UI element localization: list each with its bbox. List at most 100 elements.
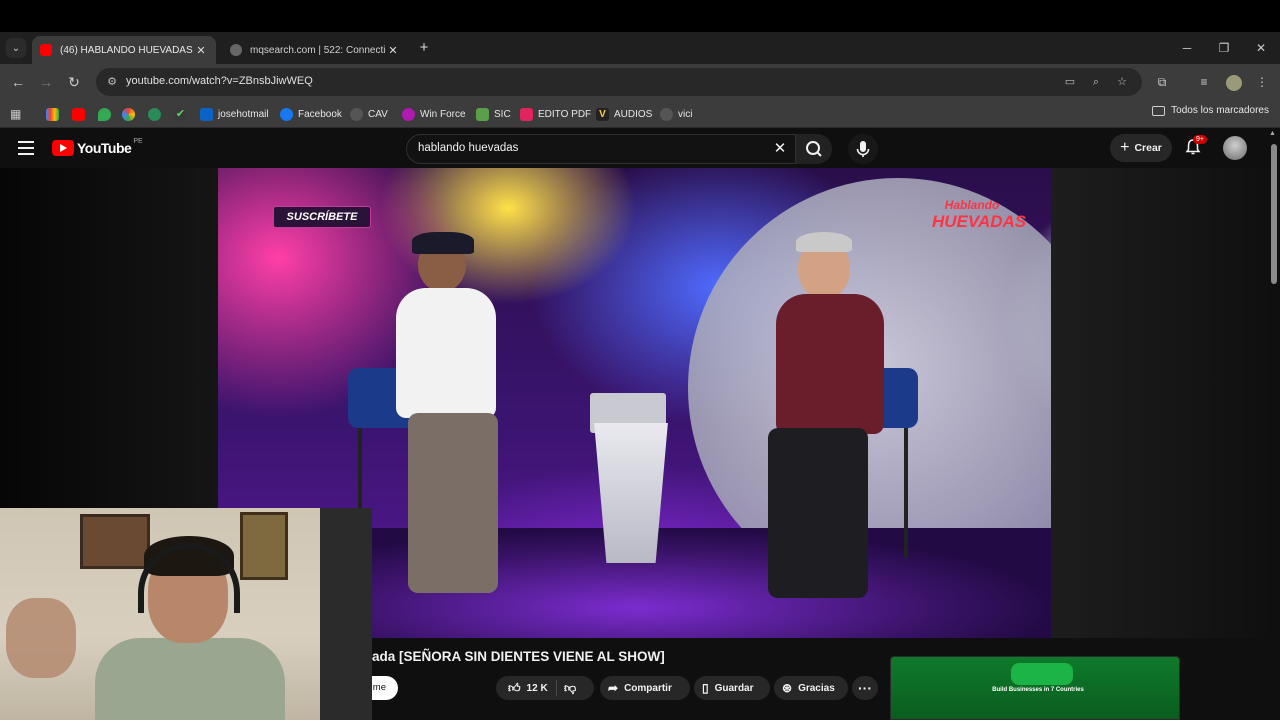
media-queue-icon[interactable]: ≡ xyxy=(1194,72,1214,92)
youtube-logo[interactable]: YouTube PE xyxy=(52,137,143,156)
install-app-icon[interactable]: ▭ xyxy=(1062,74,1078,90)
tab-mqsearch[interactable]: mqsearch.com | 522: Connectio ✕ xyxy=(222,36,408,64)
ambient-right xyxy=(1051,168,1267,638)
bookmark-colorful-square[interactable] xyxy=(46,105,59,123)
profile-avatar-icon[interactable] xyxy=(1224,72,1244,92)
bookmark-label: vici xyxy=(678,108,693,120)
video-title: ada [SEÑORA SIN DIENTES VIENE AL SHOW] xyxy=(372,649,665,664)
pdf-icon xyxy=(520,107,533,121)
show-logo-line1: Hablando xyxy=(944,198,1000,212)
globe-icon xyxy=(148,107,161,121)
close-window-icon[interactable]: ✕ xyxy=(1246,38,1276,58)
host-left xyxy=(388,232,508,598)
person-hand xyxy=(6,598,76,678)
back-arrow-icon[interactable]: ← xyxy=(8,72,28,92)
tab-title: mqsearch.com | 522: Connectio xyxy=(250,44,386,56)
extensions-icon[interactable]: ⧉ xyxy=(1152,72,1172,92)
outlook-icon xyxy=(200,107,213,121)
search-input[interactable]: hablando huevadas ✕ xyxy=(406,134,796,164)
check-icon: ✔ xyxy=(174,107,187,121)
bookmark-youtube[interactable] xyxy=(72,105,85,123)
bookmark-star-icon[interactable]: ☆ xyxy=(1114,74,1130,90)
bookmark-label: josehotmail xyxy=(218,108,269,120)
tab-youtube[interactable]: (46) HABLANDO HUEVADAS - ✕ xyxy=(32,36,216,64)
all-bookmarks[interactable]: Todos los marcadores xyxy=(1152,105,1269,116)
browser-toolbar: ← → ↻ ⚙ youtube.com/watch?v=ZBnsbJiwWEQ … xyxy=(0,64,1280,100)
bookmark-cav[interactable]: CAV xyxy=(350,105,388,123)
new-tab-plus-icon[interactable]: + xyxy=(416,40,432,56)
bookmark-check[interactable]: ✔ xyxy=(174,105,187,123)
folder-icon xyxy=(1152,105,1166,116)
notification-badge: 9+ xyxy=(1193,135,1207,144)
notifications-button[interactable]: 9+ xyxy=(1184,135,1207,156)
save-label: Guardar xyxy=(714,682,754,694)
bookmark-facebook[interactable]: Facebook xyxy=(280,105,342,123)
youtube-icon xyxy=(40,44,52,56)
share-button[interactable]: ➦ Compartir xyxy=(600,676,690,700)
all-bookmarks-label: Todos los marcadores xyxy=(1171,105,1269,116)
create-label: Crear xyxy=(1134,142,1162,154)
bookmark-edito-pdf[interactable]: EDITO PDF xyxy=(520,105,591,123)
apps-grid-icon[interactable]: ▦ xyxy=(10,105,21,123)
bookmark-photos[interactable] xyxy=(122,105,135,123)
url-text: youtube.com/watch?v=ZBnsbJiwWEQ xyxy=(126,75,313,87)
wall-picture xyxy=(240,512,288,580)
bookmark-icon: ▯ xyxy=(702,681,709,695)
world-map-icon xyxy=(1011,663,1073,685)
create-button[interactable]: + Crear xyxy=(1110,134,1172,162)
youtube-icon xyxy=(72,107,85,121)
microphone-icon xyxy=(856,141,870,157)
close-tab-icon[interactable]: ✕ xyxy=(386,44,400,57)
save-button[interactable]: ▯ Guardar xyxy=(694,676,770,700)
like-divider xyxy=(556,680,557,696)
avatar[interactable] xyxy=(1223,136,1247,160)
address-bar[interactable]: ⚙ youtube.com/watch?v=ZBnsbJiwWEQ ▭ ⌕ ☆ xyxy=(96,68,1142,96)
bookmark-label: Win Force xyxy=(420,108,466,120)
bookmark-win-force[interactable]: Win Force xyxy=(402,105,466,123)
bookmarks-bar: ▦ ✔ josehotmail Facebook CAV Win Force S… xyxy=(0,100,1280,128)
site-info-icon[interactable]: ⚙ xyxy=(104,74,120,90)
show-logo: Hablando HUEVADAS xyxy=(932,198,1026,258)
browser-tab-strip: ⌄ (46) HABLANDO HUEVADAS - ✕ mqsearch.co… xyxy=(0,32,1280,64)
dislike-icon[interactable]: 👎︎ xyxy=(564,681,576,696)
bookmark-sic[interactable]: SIC xyxy=(476,105,511,123)
tab-search-chevron-icon[interactable]: ⌄ xyxy=(6,38,26,58)
search-button[interactable] xyxy=(796,134,832,164)
bookmark-label: EDITO PDF xyxy=(538,108,592,120)
close-tab-icon[interactable]: ✕ xyxy=(194,44,208,57)
scrollbar-thumb[interactable] xyxy=(1271,144,1277,284)
minimize-icon[interactable]: ─ xyxy=(1172,38,1202,58)
page-scrollbar[interactable]: ▲ xyxy=(1267,128,1280,720)
voice-search-button[interactable] xyxy=(848,134,878,164)
like-count[interactable]: 12 K xyxy=(527,683,548,694)
tab-title: (46) HABLANDO HUEVADAS - xyxy=(60,44,194,56)
zoom-icon[interactable]: ⌕ xyxy=(1088,74,1104,90)
globe-icon xyxy=(660,107,673,121)
thanks-label: Gracias xyxy=(798,682,835,694)
restore-icon[interactable]: ❐ xyxy=(1209,38,1239,58)
bookmark-label: CAV xyxy=(368,108,388,120)
bookmark-josehotmail[interactable]: josehotmail xyxy=(200,105,269,123)
bookmark-globe[interactable] xyxy=(148,105,161,123)
bookmark-maps[interactable] xyxy=(98,105,111,123)
person-shirt xyxy=(95,638,285,720)
browser-menu-icon[interactable]: ⋮ xyxy=(1252,72,1272,92)
clear-search-icon[interactable]: ✕ xyxy=(771,140,789,158)
youtube-play-icon xyxy=(52,140,74,156)
thanks-button[interactable]: ⊛ Gracias xyxy=(774,676,848,700)
bookmark-audios[interactable]: V AUDIOS xyxy=(596,105,652,123)
youtube-header: YouTube PE hablando huevadas ✕ + Crear 9… xyxy=(0,128,1280,168)
reload-icon[interactable]: ↻ xyxy=(64,72,84,92)
hamburger-menu-icon[interactable] xyxy=(18,141,34,155)
sidebar-ad[interactable]: Build Businesses in 7 Countries xyxy=(890,656,1180,720)
more-actions-icon[interactable]: ··· xyxy=(852,676,878,700)
bookmark-label: SIC xyxy=(494,108,511,120)
bookmark-vici[interactable]: vici xyxy=(660,105,692,123)
country-code: PE xyxy=(133,137,143,145)
v-icon: V xyxy=(596,107,609,121)
scroll-up-icon[interactable]: ▲ xyxy=(1269,130,1276,137)
screen-top-bar xyxy=(0,0,1280,32)
subscribe-overlay: SUSCRÍBETE xyxy=(273,206,371,228)
forward-arrow-icon[interactable]: → xyxy=(36,72,56,92)
like-icon[interactable]: 👍︎ xyxy=(508,681,521,696)
